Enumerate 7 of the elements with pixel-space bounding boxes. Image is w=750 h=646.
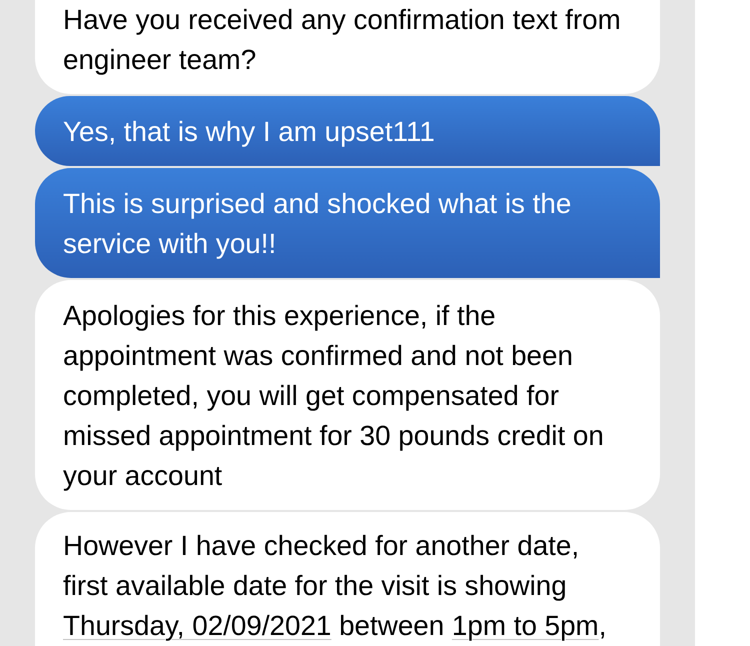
message-text: However I have checked for another date, first available date for the visit is showing Thursday, 02/09/2021 between 1pm to 5pm, bbox=[63, 529, 608, 643]
message-text: Have you received any confirmation text from engineer team? bbox=[63, 3, 622, 77]
message-text: Yes, that is why I am upset111 bbox=[63, 115, 436, 149]
message-text: Apologies for this experience, if the appointment was confirmed and not been completed, you will get compensated for missed appointment for 30 pounds credit on your account bbox=[63, 299, 605, 493]
underlined-link[interactable]: Thursday, 02/09/2021 bbox=[63, 610, 332, 641]
message-text: This is surprised and shocked what is the service with you!! bbox=[63, 187, 572, 261]
underlined-link[interactable]: 1pm to 5pm bbox=[452, 610, 599, 641]
